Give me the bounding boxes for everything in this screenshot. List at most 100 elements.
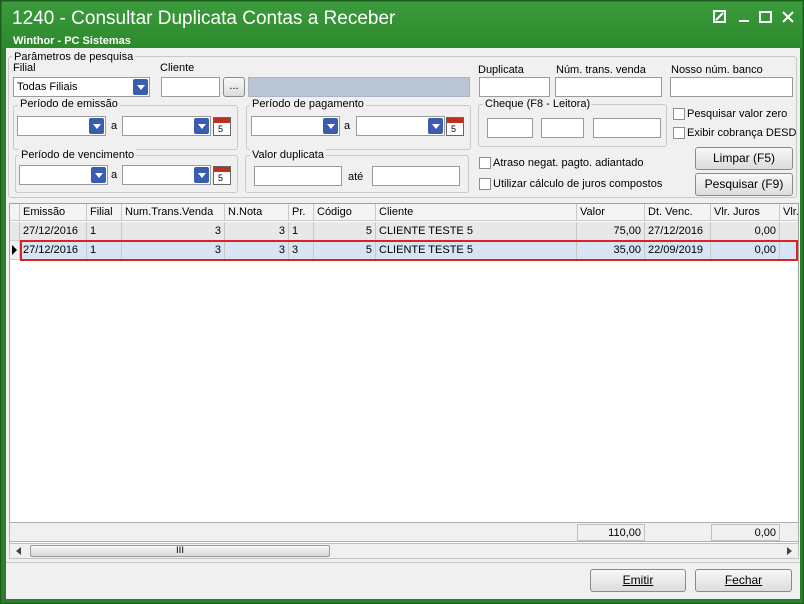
row-indicator <box>10 222 20 241</box>
restore-icon[interactable] <box>712 10 728 26</box>
cell-nnota[interactable]: 3 <box>225 222 289 241</box>
valor-max-input[interactable] <box>372 166 460 186</box>
emitir-button[interactable]: Emitir <box>590 569 686 592</box>
column-header[interactable]: Vlr. <box>780 204 798 221</box>
filial-label: Filial <box>13 62 36 74</box>
exibir-cobranca-label: Exibir cobrança DESD <box>687 127 797 139</box>
emissao-a-label: a <box>111 120 118 132</box>
exibir-cobranca-checkbox[interactable] <box>673 127 685 139</box>
row-indicator-header <box>10 204 20 221</box>
scroll-right-icon <box>787 547 792 555</box>
utilizar-calculo-label: Utilizar cálculo de juros compostos <box>493 178 663 190</box>
cell-emissao[interactable]: 27/12/2016 <box>20 222 87 241</box>
pagamento-end-input[interactable] <box>356 116 445 136</box>
chevron-down-icon[interactable] <box>428 118 443 134</box>
num-trans-venda-label: Núm. trans. venda <box>556 64 646 76</box>
column-header[interactable]: Vlr. Juros <box>711 204 780 221</box>
emissao-end-input[interactable] <box>122 116 211 136</box>
emissao-start-input[interactable] <box>17 116 106 136</box>
column-header[interactable]: Filial <box>87 204 122 221</box>
chevron-down-icon[interactable] <box>91 167 106 183</box>
cheque-input-3[interactable] <box>593 118 661 138</box>
periodo-emissao-label: Período de emissão <box>18 98 120 110</box>
selection-highlight <box>20 240 798 261</box>
cell-pr[interactable]: 1 <box>289 222 314 241</box>
column-header[interactable]: Num.Trans.Venda <box>122 204 225 221</box>
atraso-negat-checkbox[interactable] <box>479 157 491 169</box>
total-valor: 110,00 <box>577 524 645 541</box>
filial-select[interactable]: Todas Filiais <box>13 77 150 97</box>
cell-cliente[interactable]: CLIENTE TESTE 5 <box>376 222 577 241</box>
cliente-name-field <box>248 77 470 97</box>
cell-num-trans[interactable]: 3 <box>122 222 225 241</box>
cell-dt-venc[interactable]: 27/12/2016 <box>645 222 711 241</box>
close-icon[interactable] <box>780 10 796 26</box>
ate-label: até <box>348 171 364 183</box>
current-row-arrow-icon <box>12 245 17 255</box>
duplicata-input[interactable] <box>479 77 550 97</box>
nosso-num-banco-label: Nosso núm. banco <box>671 64 763 76</box>
utilizar-calculo-checkbox[interactable] <box>479 178 491 190</box>
chevron-down-icon[interactable] <box>194 118 209 134</box>
column-header[interactable]: Código <box>314 204 376 221</box>
periodo-pagamento-label: Período de pagamento <box>250 98 366 110</box>
results-grid[interactable]: Emissão Filial Num.Trans.Venda N.Nota Pr… <box>9 203 799 553</box>
num-trans-venda-input[interactable] <box>555 77 662 97</box>
pesquisar-valor-zero-label: Pesquisar valor zero <box>687 108 788 120</box>
cliente-code-input[interactable] <box>161 77 220 97</box>
table-row[interactable]: 27/12/2016 1 3 3 1 5 CLIENTE TESTE 5 75,… <box>10 222 798 241</box>
cell-filial[interactable]: 1 <box>87 222 122 241</box>
duplicata-label: Duplicata <box>478 64 524 76</box>
column-header[interactable]: N.Nota <box>225 204 289 221</box>
cell-vlr-juros[interactable]: 0,00 <box>711 222 780 241</box>
chevron-down-icon[interactable] <box>89 118 104 134</box>
title-bar[interactable]: 1240 - Consultar Duplicata Contas a Rece… <box>2 2 802 48</box>
calendar-icon[interactable]: 5 <box>446 117 464 136</box>
calendar-icon[interactable]: 5 <box>213 117 231 136</box>
limpar-button[interactable]: Limpar (F5) <box>695 147 793 170</box>
main-window: 1240 - Consultar Duplicata Contas a Rece… <box>0 0 804 604</box>
chevron-down-icon[interactable] <box>133 79 148 95</box>
cliente-search-button[interactable]: ... <box>223 77 245 97</box>
horizontal-scrollbar[interactable]: III <box>9 543 799 559</box>
atraso-negat-label: Atraso negat. pagto. adiantado <box>493 157 644 169</box>
cliente-label: Cliente <box>160 62 195 74</box>
cheque-input-2[interactable] <box>541 118 584 138</box>
cell-codigo[interactable]: 5 <box>314 222 376 241</box>
maximize-icon[interactable] <box>758 10 774 26</box>
chevron-down-icon[interactable] <box>323 118 338 134</box>
cell-valor[interactable]: 75,00 <box>577 222 645 241</box>
pesquisar-valor-zero-checkbox[interactable] <box>673 108 685 120</box>
vencimento-start-input[interactable] <box>19 165 108 185</box>
column-header[interactable]: Emissão <box>20 204 87 221</box>
valor-min-input[interactable] <box>254 166 342 186</box>
minimize-icon[interactable] <box>736 10 752 26</box>
fechar-button-label: Fechar <box>724 573 763 587</box>
vencimento-end-input[interactable] <box>122 165 211 185</box>
emitir-button-label: Emitir <box>622 573 654 587</box>
chevron-down-icon[interactable] <box>194 167 209 183</box>
column-header[interactable]: Dt. Venc. <box>645 204 711 221</box>
totals-row: 110,00 0,00 <box>9 522 799 542</box>
cell-vlr[interactable] <box>780 222 798 241</box>
periodo-vencimento-label: Período de vencimento <box>19 149 137 161</box>
row-indicator <box>10 241 20 260</box>
column-header[interactable]: Pr. <box>289 204 314 221</box>
total-juros: 0,00 <box>711 524 780 541</box>
filial-value: Todas Filiais <box>17 81 78 93</box>
fechar-button[interactable]: Fechar <box>695 569 792 592</box>
calendar-icon[interactable]: 5 <box>213 166 231 185</box>
window-title: 1240 - Consultar Duplicata Contas a Rece… <box>12 8 396 29</box>
nosso-num-banco-input[interactable] <box>670 77 793 97</box>
valor-duplicata-label: Valor duplicata <box>250 149 326 161</box>
cheque-label: Cheque (F8 - Leitora) <box>483 98 593 110</box>
column-header[interactable]: Cliente <box>376 204 577 221</box>
cheque-input-1[interactable] <box>487 118 533 138</box>
pagamento-start-input[interactable] <box>251 116 340 136</box>
pagamento-a-label: a <box>344 120 351 132</box>
pesquisar-button[interactable]: Pesquisar (F9) <box>695 173 793 196</box>
column-header[interactable]: Valor <box>577 204 645 221</box>
client-area: Parâmetros de pesquisa Filial Todas Fili… <box>6 48 800 599</box>
scroll-thumb[interactable]: III <box>30 545 330 557</box>
vencimento-a-label: a <box>111 169 118 181</box>
